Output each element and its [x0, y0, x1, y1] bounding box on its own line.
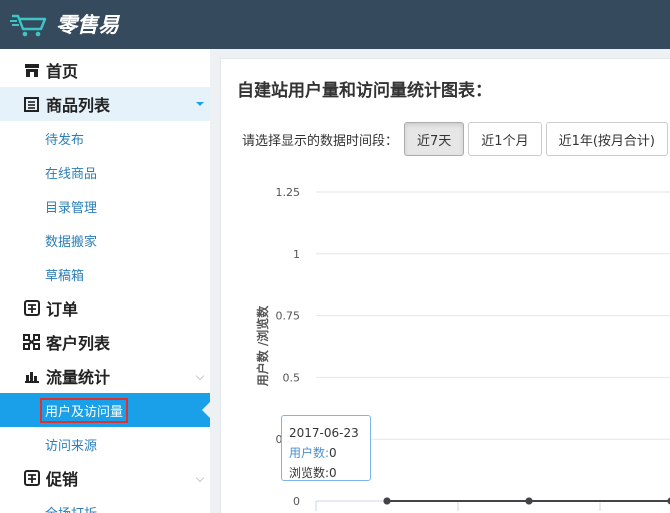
sidebar-item-label: 首页 [46, 62, 79, 81]
sidebar-item-customers[interactable]: 客户列表 [0, 325, 210, 359]
y-tick-label: 0 [293, 495, 300, 508]
page-title: 自建站用户量和访问量统计图表： [237, 81, 492, 101]
sidebar-item-label: 流量统计 [46, 368, 111, 387]
tooltip-users: 用户数:0 [289, 446, 337, 460]
list-icon [23, 96, 40, 113]
sidebar-subitem-store-discount[interactable]: 全场打折 [0, 495, 210, 513]
range-label: 请选择显示的数据时间段： [242, 133, 399, 149]
top-bar: 零售易 [0, 0, 670, 49]
sidebar-item-orders[interactable]: 订单 [0, 291, 210, 325]
sidebar-subitem-users-and-visits[interactable]: 用户及访问量 [0, 393, 210, 427]
chart-tooltip: 2017-06-23 用户数:0 浏览数:0 [281, 415, 371, 481]
sidebar-subitem-online-products[interactable]: 在线商品 [0, 155, 210, 189]
sidebar-item-label: 促销 [46, 470, 79, 489]
sidebar-item-home[interactable]: 首页 [0, 53, 210, 87]
active-indicator [202, 402, 210, 418]
brand-name: 零售易 [56, 13, 119, 37]
sidebar-item-label: 商品列表 [46, 96, 111, 115]
sidebar-item-label: 订单 [46, 300, 79, 319]
sidebar-subitem-pending[interactable]: 待发布 [0, 121, 210, 155]
storefront-icon [23, 62, 40, 79]
y-tick-label: 0.5 [283, 371, 301, 384]
data-point [383, 497, 391, 505]
sidebar-item-promotions[interactable]: 促销 [0, 461, 210, 495]
y-tick-label: 1 [293, 248, 300, 261]
customers-icon [23, 334, 40, 351]
sidebar: 首页 商品列表 待发布 在线商品 目录管理 数据搬家 草稿箱 订单 客户列表 流… [0, 49, 210, 513]
brand-logo[interactable]: 零售易 [10, 10, 119, 38]
sidebar-subitem-data-migration[interactable]: 数据搬家 [0, 223, 210, 257]
order-icon [23, 300, 40, 317]
sidebar-item-traffic-stats[interactable]: 流量统计 [0, 359, 210, 393]
shopping-cart-icon [10, 10, 50, 38]
data-point [525, 497, 533, 505]
sidebar-subitem-traffic-sources[interactable]: 访问来源 [0, 427, 210, 461]
y-axis-label: 用户数 /浏览数 [255, 305, 270, 388]
promotion-icon [23, 470, 40, 487]
sidebar-subitem-catalog[interactable]: 目录管理 [0, 189, 210, 223]
sidebar-subitem-drafts[interactable]: 草稿箱 [0, 257, 210, 291]
chevron-down-icon [195, 371, 205, 381]
bar-chart-icon [23, 368, 40, 385]
chevron-down-icon [195, 473, 205, 483]
sidebar-menu: 首页 商品列表 待发布 在线商品 目录管理 数据搬家 草稿箱 订单 客户列表 流… [0, 53, 210, 513]
sidebar-item-products[interactable]: 商品列表 [0, 87, 210, 121]
y-tick-label: 0.75 [276, 310, 301, 323]
y-tick-label: 1.25 [276, 186, 301, 199]
tooltip-date: 2017-06-23 [289, 426, 359, 440]
sidebar-item-label: 客户列表 [46, 334, 111, 353]
chevron-down-icon [196, 102, 204, 106]
tooltip-views: 浏览数:0 [289, 466, 337, 480]
